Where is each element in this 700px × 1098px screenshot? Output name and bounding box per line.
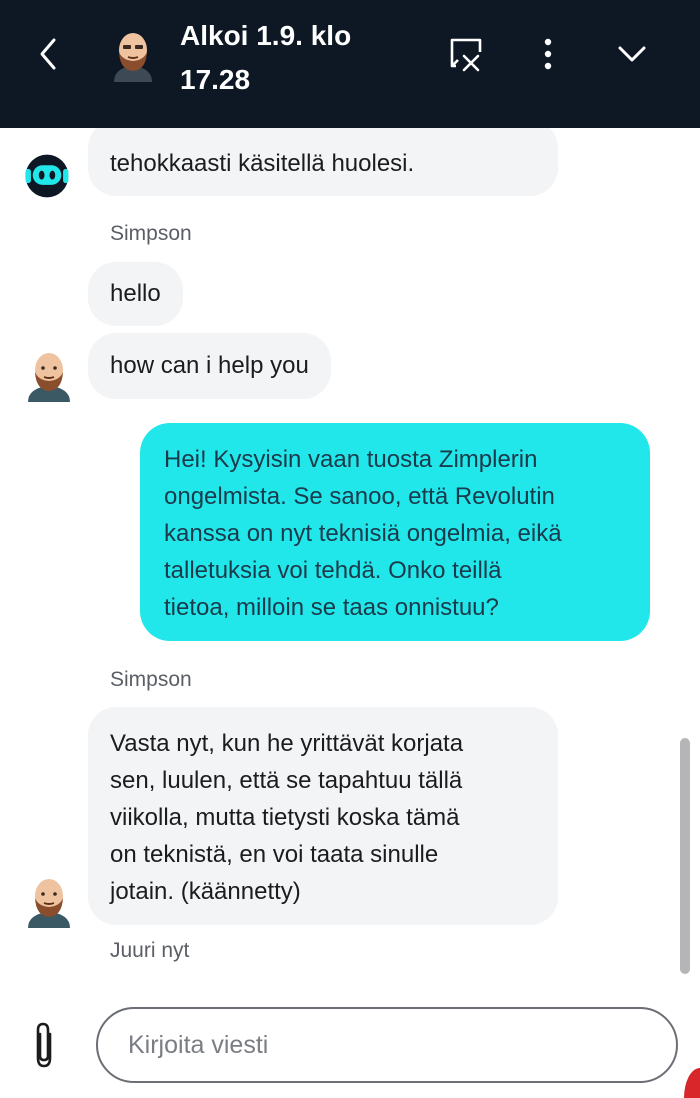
user-message-line: kanssa on nyt teknisiä ongelmia, eikä <box>164 520 562 547</box>
agent-message: how can i help you <box>88 333 331 399</box>
agent-message-line: on teknistä, en voi taata sinulle <box>110 841 439 868</box>
sender-name: Simpson <box>110 668 192 691</box>
user-message-line: tietoa, milloin se taas onnistuu? <box>164 594 499 621</box>
agent-message-text: how can i help you <box>110 352 309 379</box>
user-message: Hei! Kysyisin vaan tuosta Zimplerin onge… <box>140 423 650 641</box>
bot-message-text: tehokkaasti käsitellä huolesi. <box>110 150 415 177</box>
message-list[interactable]: tehokkaasti käsitellä huolesi. Simpson h… <box>0 128 700 983</box>
chat-header: Alkoi 1.9. klo 17.28 <box>0 0 700 128</box>
agent-message-line: viikolla, mutta tietysti koska tämä <box>110 804 460 831</box>
corner-decoration <box>684 1068 700 1098</box>
bot-avatar <box>25 154 69 198</box>
attach-button[interactable] <box>30 1020 58 1070</box>
agent-message-text: hello <box>110 280 161 307</box>
agent-message-line: Vasta nyt, kun he yrittävät korjata <box>110 730 464 757</box>
bot-message: tehokkaasti käsitellä huolesi. <box>88 128 558 196</box>
agent-message-line: jotain. (käännetty) <box>110 878 301 905</box>
agent-message: hello <box>88 262 183 326</box>
scrollbar[interactable] <box>680 738 690 974</box>
minimize-button[interactable] <box>608 30 656 78</box>
paperclip-icon <box>36 1022 52 1068</box>
agent-message-line: sen, luulen, että se tapahtuu tällä <box>110 767 463 794</box>
chat-title: Alkoi 1.9. klo 17.28 <box>180 14 380 102</box>
agent-message: Vasta nyt, kun he yrittävät korjata sen,… <box>88 707 558 925</box>
message-timestamp: Juuri nyt <box>110 939 190 962</box>
chevron-down-icon <box>618 46 646 62</box>
agent-avatar <box>114 33 152 82</box>
more-vertical-icon <box>544 38 552 70</box>
agent-avatar <box>28 879 70 928</box>
chat-title-line1: Alkoi 1.9. klo <box>180 20 352 51</box>
back-button[interactable] <box>28 32 72 76</box>
chevron-left-icon <box>40 38 56 70</box>
user-message-line: ongelmista. Se sanoo, että Revolutin <box>164 483 555 510</box>
sender-name: Simpson <box>110 222 192 245</box>
end-chat-icon <box>450 38 482 72</box>
user-message-line: talletuksia voi tehdä. Onko teillä <box>164 557 502 584</box>
chat-title-line2: 17.28 <box>180 64 251 95</box>
end-chat-button[interactable] <box>442 30 490 78</box>
user-message-line: Hei! Kysyisin vaan tuosta Zimplerin <box>164 446 538 473</box>
more-options-button[interactable] <box>524 30 572 78</box>
message-input[interactable] <box>96 1007 678 1083</box>
agent-avatar <box>28 353 70 402</box>
